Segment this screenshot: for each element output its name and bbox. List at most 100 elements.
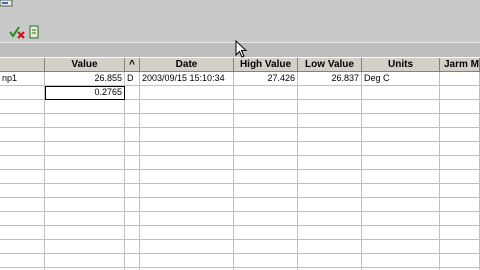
empty-cell[interactable] [0, 100, 45, 114]
empty-cell[interactable] [298, 198, 362, 212]
empty-cell[interactable] [140, 100, 234, 114]
empty-cell[interactable] [0, 156, 45, 170]
empty-cell[interactable] [298, 226, 362, 240]
empty-cell[interactable] [298, 254, 362, 268]
cell-high-value[interactable]: 27.426 [234, 72, 298, 86]
header-name[interactable] [0, 58, 45, 72]
empty-cell[interactable] [362, 128, 440, 142]
empty-cell[interactable] [125, 170, 140, 184]
empty-cell[interactable] [0, 170, 45, 184]
empty-cell[interactable] [234, 114, 298, 128]
empty-table-row[interactable] [0, 156, 480, 170]
empty-table-row[interactable] [0, 170, 480, 184]
header-low-value[interactable]: Low Value [298, 58, 362, 72]
empty-cell[interactable] [234, 184, 298, 198]
empty-cell[interactable] [234, 128, 298, 142]
empty-cell[interactable] [362, 254, 440, 268]
empty-cell[interactable] [362, 226, 440, 240]
empty-table-row[interactable] [0, 128, 480, 142]
empty-cell[interactable] [125, 254, 140, 268]
empty-cell[interactable] [440, 128, 480, 142]
cell-low-value[interactable]: 26.837 [298, 72, 362, 86]
cell-alarm-message[interactable] [440, 86, 480, 100]
empty-cell[interactable] [140, 114, 234, 128]
empty-cell[interactable] [45, 254, 125, 268]
empty-cell[interactable] [125, 212, 140, 226]
empty-cell[interactable] [440, 226, 480, 240]
cell-alarm-message[interactable] [440, 72, 480, 86]
empty-table-row[interactable] [0, 100, 480, 114]
empty-cell[interactable] [362, 240, 440, 254]
empty-cell[interactable] [0, 198, 45, 212]
empty-cell[interactable] [125, 114, 140, 128]
empty-cell[interactable] [0, 254, 45, 268]
empty-table-row[interactable] [0, 198, 480, 212]
empty-cell[interactable] [45, 128, 125, 142]
empty-cell[interactable] [298, 142, 362, 156]
empty-cell[interactable] [45, 226, 125, 240]
cell-high-value[interactable] [234, 86, 298, 100]
table-row[interactable]: 0.2765 [0, 86, 480, 100]
empty-cell[interactable] [45, 100, 125, 114]
empty-cell[interactable] [234, 226, 298, 240]
empty-table-row[interactable] [0, 184, 480, 198]
empty-cell[interactable] [362, 100, 440, 114]
empty-cell[interactable] [0, 184, 45, 198]
empty-cell[interactable] [440, 212, 480, 226]
empty-cell[interactable] [140, 198, 234, 212]
empty-cell[interactable] [140, 254, 234, 268]
empty-cell[interactable] [140, 212, 234, 226]
empty-cell[interactable] [440, 142, 480, 156]
data-grid[interactable]: Value ^ Date High Value Low Value Units … [0, 58, 480, 270]
empty-cell[interactable] [298, 184, 362, 198]
empty-cell[interactable] [234, 254, 298, 268]
empty-cell[interactable] [125, 240, 140, 254]
empty-cell[interactable] [440, 198, 480, 212]
empty-cell[interactable] [362, 184, 440, 198]
header-flag[interactable]: ^ [125, 58, 140, 72]
empty-table-row[interactable] [0, 142, 480, 156]
header-value[interactable]: Value [45, 58, 125, 72]
cell-units[interactable] [362, 86, 440, 100]
empty-cell[interactable] [125, 184, 140, 198]
empty-cell[interactable] [298, 128, 362, 142]
header-units[interactable]: Units [362, 58, 440, 72]
empty-cell[interactable] [0, 226, 45, 240]
empty-cell[interactable] [45, 240, 125, 254]
empty-cell[interactable] [440, 254, 480, 268]
empty-cell[interactable] [45, 142, 125, 156]
empty-cell[interactable] [362, 114, 440, 128]
empty-cell[interactable] [298, 100, 362, 114]
empty-cell[interactable] [440, 240, 480, 254]
empty-cell[interactable] [362, 170, 440, 184]
empty-cell[interactable] [140, 226, 234, 240]
small-icon[interactable] [0, 0, 14, 8]
empty-cell[interactable] [234, 240, 298, 254]
empty-cell[interactable] [440, 100, 480, 114]
empty-cell[interactable] [0, 240, 45, 254]
empty-table-row[interactable] [0, 212, 480, 226]
empty-cell[interactable] [45, 114, 125, 128]
empty-cell[interactable] [362, 198, 440, 212]
empty-cell[interactable] [234, 100, 298, 114]
empty-cell[interactable] [125, 142, 140, 156]
empty-cell[interactable] [125, 100, 140, 114]
check-cancel-icon[interactable] [9, 25, 25, 39]
empty-cell[interactable] [0, 128, 45, 142]
cell-name[interactable] [0, 86, 45, 100]
empty-table-row[interactable] [0, 226, 480, 240]
cell-date[interactable] [140, 86, 234, 100]
cell-flag[interactable] [125, 86, 140, 100]
empty-cell[interactable] [0, 142, 45, 156]
cell-name[interactable]: np1 [0, 72, 45, 86]
empty-cell[interactable] [125, 198, 140, 212]
empty-cell[interactable] [125, 156, 140, 170]
empty-cell[interactable] [440, 184, 480, 198]
empty-cell[interactable] [440, 156, 480, 170]
empty-cell[interactable] [440, 114, 480, 128]
empty-cell[interactable] [234, 170, 298, 184]
empty-cell[interactable] [125, 128, 140, 142]
empty-cell[interactable] [140, 240, 234, 254]
empty-cell[interactable] [45, 212, 125, 226]
empty-cell[interactable] [234, 142, 298, 156]
